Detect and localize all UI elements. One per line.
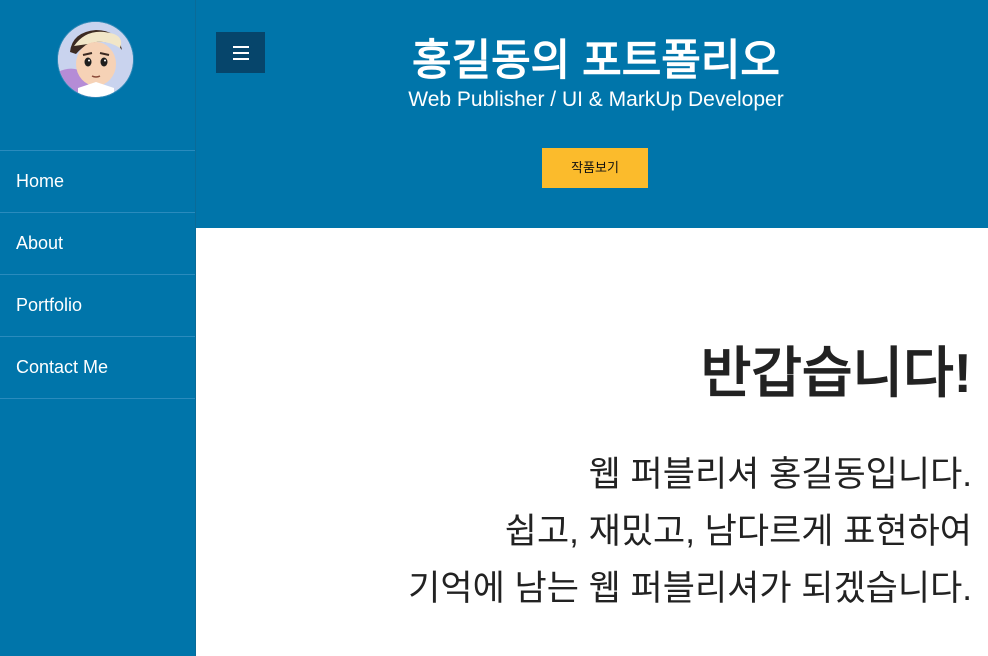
sidebar-item-portfolio[interactable]: Portfolio [0,274,195,336]
main-content: 반갑습니다! 웹 퍼블리셔 홍길동입니다. 쉽고, 재밌고, 남다르게 표현하여… [196,228,988,656]
sidebar-item-about[interactable]: About [0,212,195,274]
page-title: 홍길동의 포트폴리오 [412,37,780,85]
sidebar: Home About Portfolio Contact Me [0,0,196,656]
avatar [58,22,133,97]
greeting-heading: 반갑습니다! [700,342,972,404]
sidebar-item-home[interactable]: Home [0,150,195,212]
view-works-button[interactable]: 작품보기 [542,148,648,188]
page-subtitle: Web Publisher / UI & MarkUp Developer [408,88,784,111]
hero-header: 홍길동의 포트폴리오 Web Publisher / UI & MarkUp D… [196,0,988,228]
avatar-image [58,22,133,97]
intro-line: 기억에 남는 웹 퍼블리셔가 되겠습니다. [408,569,972,608]
intro-line: 쉽고, 재밌고, 남다르게 표현하여 [504,512,972,551]
intro-line: 웹 퍼블리셔 홍길동입니다. [588,455,972,494]
intro-text: 웹 퍼블리셔 홍길동입니다. 쉽고, 재밌고, 남다르게 표현하여 기억에 남는… [408,446,972,617]
sidebar-item-contact-me[interactable]: Contact Me [0,336,195,399]
sidebar-nav: Home About Portfolio Contact Me [0,150,195,399]
